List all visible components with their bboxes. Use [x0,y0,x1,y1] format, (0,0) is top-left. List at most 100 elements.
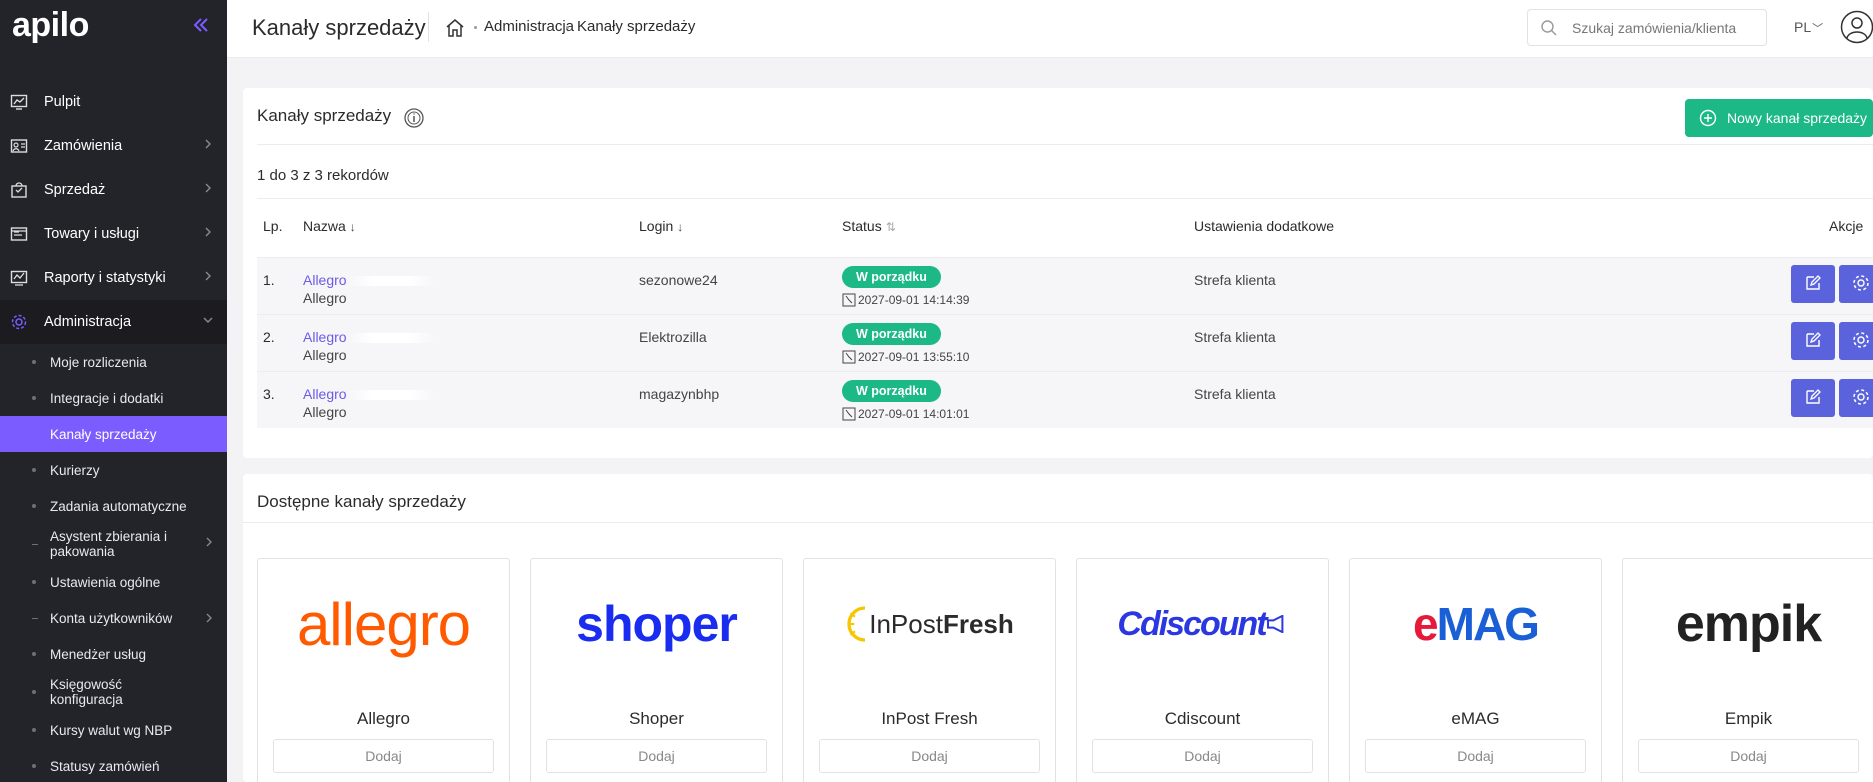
app-logo[interactable]: apilo [12,6,89,45]
shoper-logo: shoper [531,579,782,669]
column-login[interactable]: Login ↓ [639,218,683,234]
sidebar-item-label: Raporty i statystyki [44,270,166,286]
redacted-mask [346,276,435,287]
sidebar-item-sprzedaz[interactable]: Sprzedaż [0,168,227,212]
column-name[interactable]: Nazwa ↓ [303,218,356,234]
search-icon [1540,19,1558,37]
submenu-item-rozliczenia[interactable]: Moje rozliczenia [0,344,227,380]
channel-name-link[interactable]: Allegro [303,272,435,288]
language-select[interactable]: PL﹀ [1794,19,1823,36]
submenu-item-kanaly[interactable]: Kanały sprzedaży [0,416,227,452]
tile-name: Cdiscount [1164,709,1241,728]
row-lp: 2. [263,329,275,345]
channel-name: Allegro [303,386,347,402]
channel-name-link[interactable]: Allegro [303,329,435,345]
sort-down-icon: ↓ [349,220,356,234]
sun-icon [847,606,866,642]
timestamp-text: 2027-09-01 13:55:10 [858,350,970,364]
sidebar: apilo Pulpit Zamówienia Sprzedaż Towary … [0,0,227,782]
records-count: 1 do 3 z 3 rekordów [257,167,389,184]
column-status[interactable]: Status ⇅ [842,218,896,234]
clock-icon [842,350,856,364]
edit-button[interactable] [1791,265,1835,303]
add-cdiscount-button[interactable]: Dodaj [1092,739,1313,773]
channel-name-link[interactable]: Allegro [303,386,435,402]
settings-button[interactable] [1839,322,1873,360]
edit-button[interactable] [1791,322,1835,360]
submenu-label: Konta użytkowników [50,610,173,626]
add-allegro-button[interactable]: Dodaj [273,739,494,773]
redacted-mask [346,390,435,401]
row-login: magazynbhp [639,386,720,402]
sidebar-item-administracja[interactable]: Administracja [0,300,227,344]
allegro-logo: allegro [258,579,509,669]
submenu-item-konta[interactable]: Konta użytkowników [0,600,227,636]
logo-text: InPost Fresh [845,602,1014,646]
info-icon[interactable] [403,107,425,129]
language-label: PL [1794,19,1812,35]
button-label: Nowy kanał sprzedaży [1727,110,1868,126]
sidebar-item-towary[interactable]: Towary i usługi [0,212,227,256]
sidebar-item-raporty[interactable]: Raporty i statystyki [0,256,227,300]
column-lp: Lp. [263,218,283,234]
edit-icon [1803,273,1823,296]
submenu-item-menedzer[interactable]: Menedżer usług [0,636,227,672]
main-nav: Pulpit Zamówienia Sprzedaż Towary i usłu… [0,80,227,782]
bullet-icon [32,690,36,694]
status-badge: W porządku [842,380,941,402]
dash-icon [32,543,38,545]
status-timestamp: 2027-09-01 13:55:10 [842,350,969,364]
bullet-icon [32,504,36,508]
sidebar-item-pulpit[interactable]: Pulpit [0,80,227,124]
plus-circle-icon [1699,109,1717,127]
bullet-icon [32,432,36,436]
submenu-label: Kursy walut wg NBP [50,722,173,738]
home-icon[interactable] [444,17,466,39]
submenu-label: Asystent zbierania i pakowania [50,529,168,559]
add-empik-button[interactable]: Dodaj [1638,739,1859,773]
submenu-label: Kurierzy [50,462,100,478]
table-row: 3. Allegro Allegro magazynbhp W porządku… [257,371,1873,428]
submenu-item-integracje[interactable]: Integracje i dodatki [0,380,227,416]
settings-button[interactable] [1839,265,1873,303]
submenu-item-statusy[interactable]: Statusy zamówień [0,748,227,782]
channel-type: Allegro [303,347,347,363]
search-input[interactable] [1572,18,1758,38]
tile-name: Allegro [357,709,410,728]
edit-icon [1803,330,1823,353]
column-extra: Ustawienia dodatkowe [1194,218,1335,234]
submenu-item-kursy[interactable]: Kursy walut wg NBP [0,712,227,748]
gear-icon [10,313,28,331]
divider [257,144,1873,145]
row-login: sezonowe24 [639,272,718,288]
submenu-item-asystent[interactable]: Asystent zbierania i pakowania [0,524,227,564]
bullet-icon [32,360,36,364]
chevron-right-icon [201,269,215,283]
submenu-label: Menedżer usług [50,646,147,662]
row-extra: Strefa klienta [1194,386,1276,402]
submenu-item-kurierzy[interactable]: Kurierzy [0,452,227,488]
card-title: Kanały sprzedaży [257,106,392,125]
edit-button[interactable] [1791,379,1835,417]
collapse-sidebar-icon[interactable] [190,14,212,36]
shop-icon [10,181,28,199]
add-inpost-fresh-button[interactable]: Dodaj [819,739,1040,773]
add-emag-button[interactable]: Dodaj [1365,739,1586,773]
submenu-item-zadania[interactable]: Zadania automatyczne [0,488,227,524]
empik-logo: empik [1623,579,1873,669]
tile-name: InPost Fresh [881,709,978,728]
submenu-item-ksiegowosc[interactable]: Księgowość konfiguracja [0,672,227,712]
user-avatar-icon[interactable] [1840,10,1873,44]
settings-button[interactable] [1839,379,1873,417]
sidebar-item-zamowienia[interactable]: Zamówienia [0,124,227,168]
tile-name: Empik [1724,709,1773,728]
bullet-icon [32,580,36,584]
column-label: Login [639,218,674,234]
submenu-item-ustawienia[interactable]: Ustawienia ogólne [0,564,227,600]
add-shoper-button[interactable]: Dodaj [546,739,767,773]
column-label: Nazwa [303,218,346,234]
column-actions: Akcje [1829,218,1864,234]
status-badge: W porządku [842,266,941,288]
breadcrumb-administracja[interactable]: Administracja [484,18,574,35]
new-channel-button[interactable]: Nowy kanał sprzedaży [1685,99,1873,137]
